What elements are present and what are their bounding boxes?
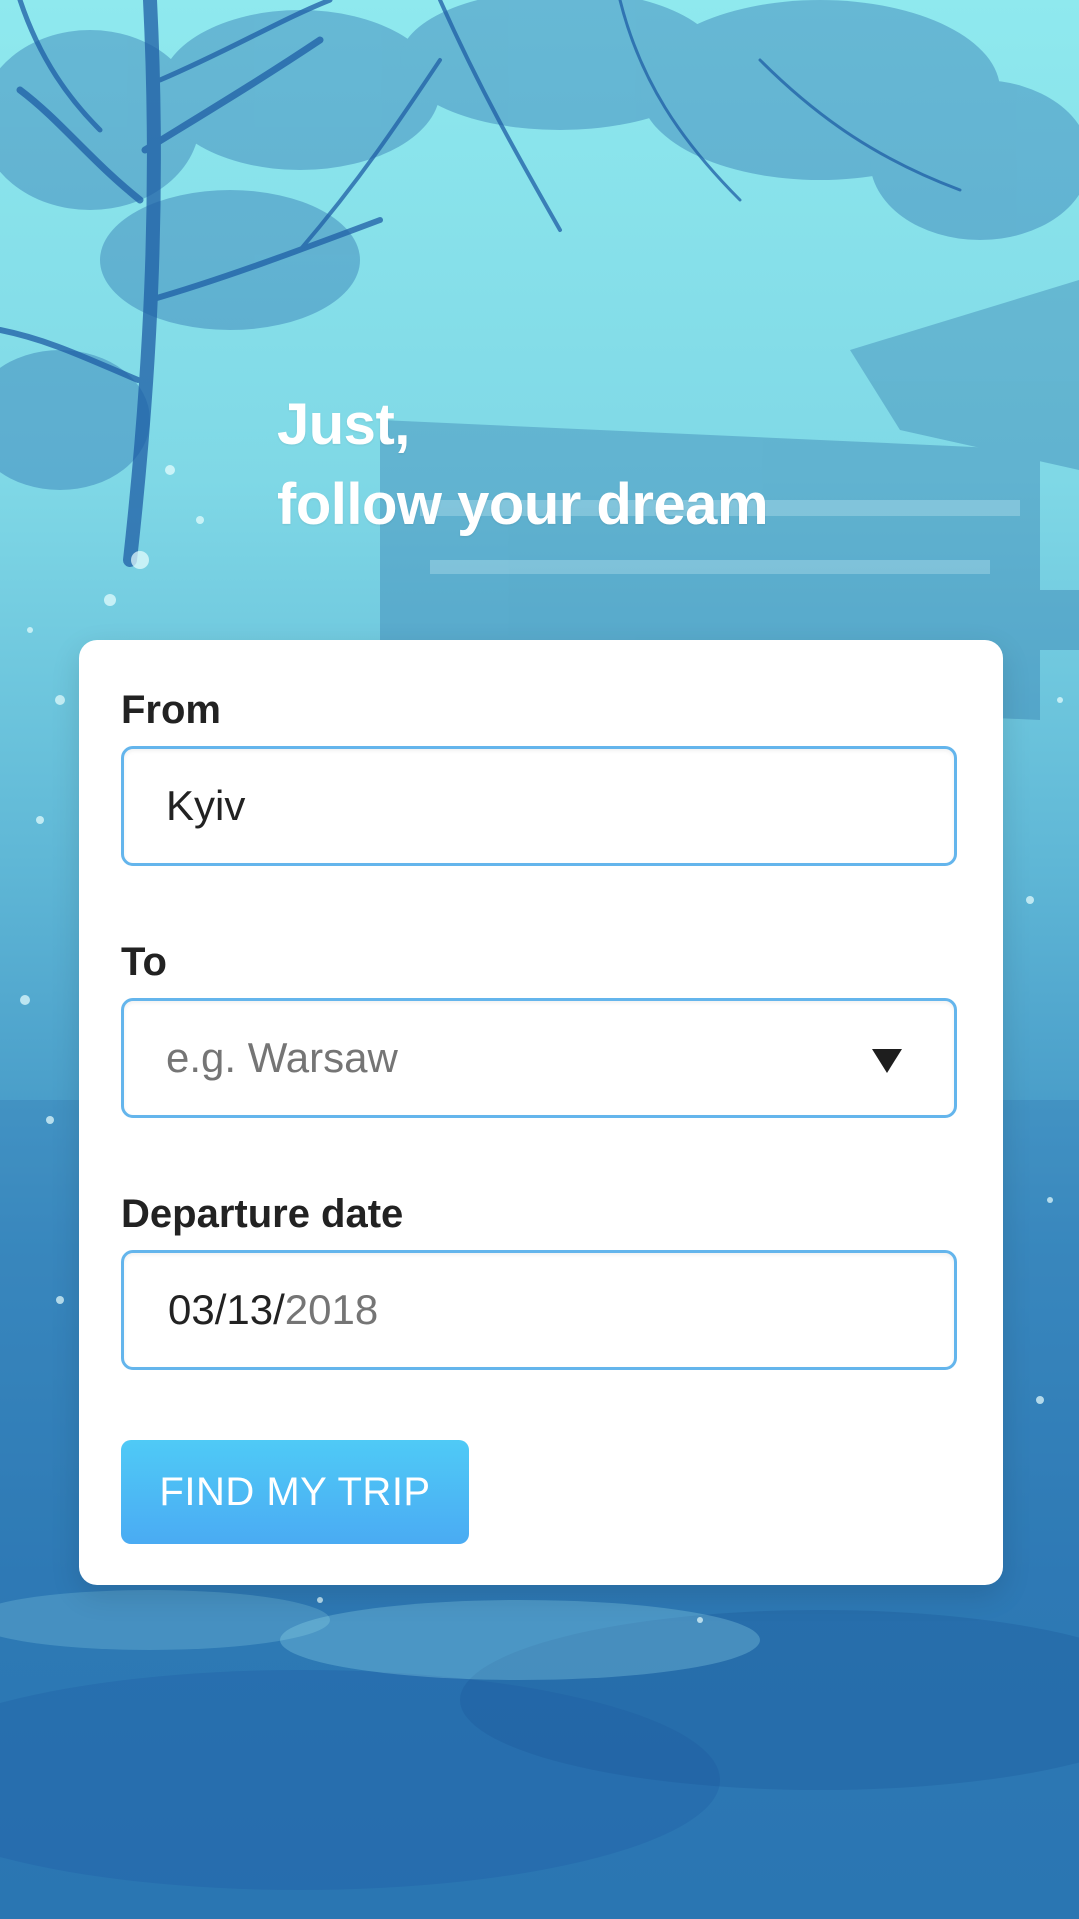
date-year[interactable]: 2018 xyxy=(285,1286,378,1334)
departure-date-label: Departure date xyxy=(121,1192,404,1236)
to-select[interactable]: e.g. Warsaw xyxy=(121,998,957,1118)
find-my-trip-button[interactable]: FIND MY TRIP xyxy=(121,1440,469,1544)
date-month-day[interactable]: 03/13/ xyxy=(168,1286,285,1334)
chevron-down-icon[interactable] xyxy=(872,1049,902,1073)
headline-line-2: follow your dream xyxy=(277,472,769,537)
from-field[interactable] xyxy=(121,746,957,866)
headline: Just, follow your dream xyxy=(277,385,769,545)
from-input[interactable] xyxy=(166,782,954,830)
to-label: To xyxy=(121,940,167,984)
app-screen: Just, follow your dream From To e.g. War… xyxy=(0,0,1079,1919)
to-placeholder: e.g. Warsaw xyxy=(166,1034,398,1081)
headline-line-1: Just, xyxy=(277,392,410,457)
departure-date-field[interactable]: 03/13/2018 xyxy=(121,1250,957,1370)
trip-search-card: From To e.g. Warsaw Departure date 03/13… xyxy=(79,640,1003,1585)
from-label: From xyxy=(121,688,221,732)
